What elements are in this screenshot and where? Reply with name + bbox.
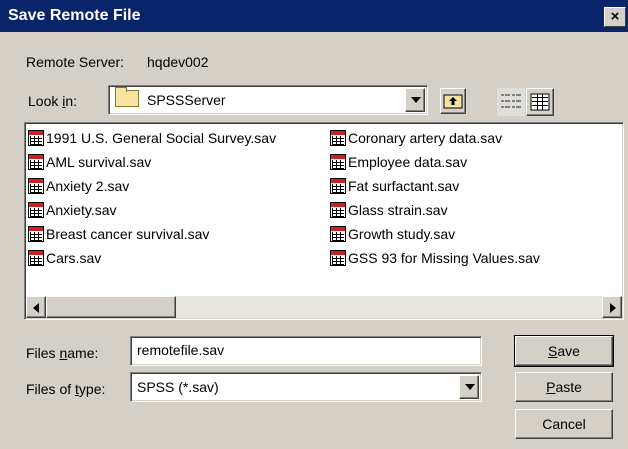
chevron-down-icon <box>411 97 421 103</box>
horizontal-scrollbar[interactable] <box>26 296 622 318</box>
file-type-dropdown[interactable]: SPSS (*.sav) <box>130 372 482 402</box>
file-name-label: Files name: <box>26 345 99 361</box>
details-view-button[interactable] <box>526 88 554 116</box>
arrow-right-icon <box>610 303 616 313</box>
save-remote-file-dialog: Save Remote File × Remote Server: hqdev0… <box>0 0 628 449</box>
spss-data-file-icon <box>330 202 346 218</box>
close-icon: × <box>610 8 620 25</box>
file-list[interactable]: 1991 U.S. General Social Survey.sav AML … <box>24 122 624 320</box>
spss-data-file-icon <box>28 202 44 218</box>
spss-data-file-icon <box>330 226 346 242</box>
details-view-icon <box>530 93 550 111</box>
close-button[interactable]: × <box>604 7 626 27</box>
folder-icon <box>115 87 139 107</box>
scroll-right-button[interactable] <box>602 296 622 318</box>
look-in-value: SPSSServer <box>147 92 226 108</box>
dialog-title: Save Remote File <box>8 7 141 24</box>
spss-data-file-icon <box>330 178 346 194</box>
spss-data-file-icon <box>330 130 346 146</box>
look-in-dropdown-button[interactable] <box>405 88 425 112</box>
chevron-down-icon <box>465 384 475 390</box>
look-in-label: Look in: <box>28 93 78 109</box>
remote-server-name: hqdev002 <box>147 54 209 70</box>
title-bar[interactable]: Save Remote File × <box>0 0 628 32</box>
save-button[interactable]: Save <box>514 335 614 367</box>
up-one-level-icon <box>443 94 463 109</box>
remote-server-label: Remote Server: <box>26 54 125 70</box>
spss-data-file-icon <box>28 226 44 242</box>
up-one-level-button[interactable] <box>440 88 466 114</box>
spss-data-file-icon <box>330 250 346 266</box>
spss-data-file-icon <box>28 154 44 170</box>
arrow-left-icon <box>33 303 39 313</box>
look-in-dropdown[interactable]: SPSSServer <box>108 85 428 115</box>
scroll-thumb[interactable] <box>46 296 176 318</box>
spss-data-file-icon <box>330 154 346 170</box>
file-type-dropdown-button[interactable] <box>459 375 479 399</box>
spss-data-file-icon <box>28 178 44 194</box>
file-type-value: SPSS (*.sav) <box>137 379 219 395</box>
list-view-button[interactable] <box>497 88 525 116</box>
spss-data-file-icon <box>28 250 44 266</box>
file-type-label: Files of type: <box>26 381 106 397</box>
paste-button[interactable]: Paste <box>515 372 613 402</box>
scroll-left-button[interactable] <box>26 296 46 318</box>
file-name-value: remotefile.sav <box>137 342 225 358</box>
file-name-input[interactable]: remotefile.sav <box>130 336 482 366</box>
spss-data-file-icon <box>28 130 44 146</box>
list-view-icon <box>501 94 521 108</box>
cancel-button[interactable]: Cancel <box>515 409 613 439</box>
